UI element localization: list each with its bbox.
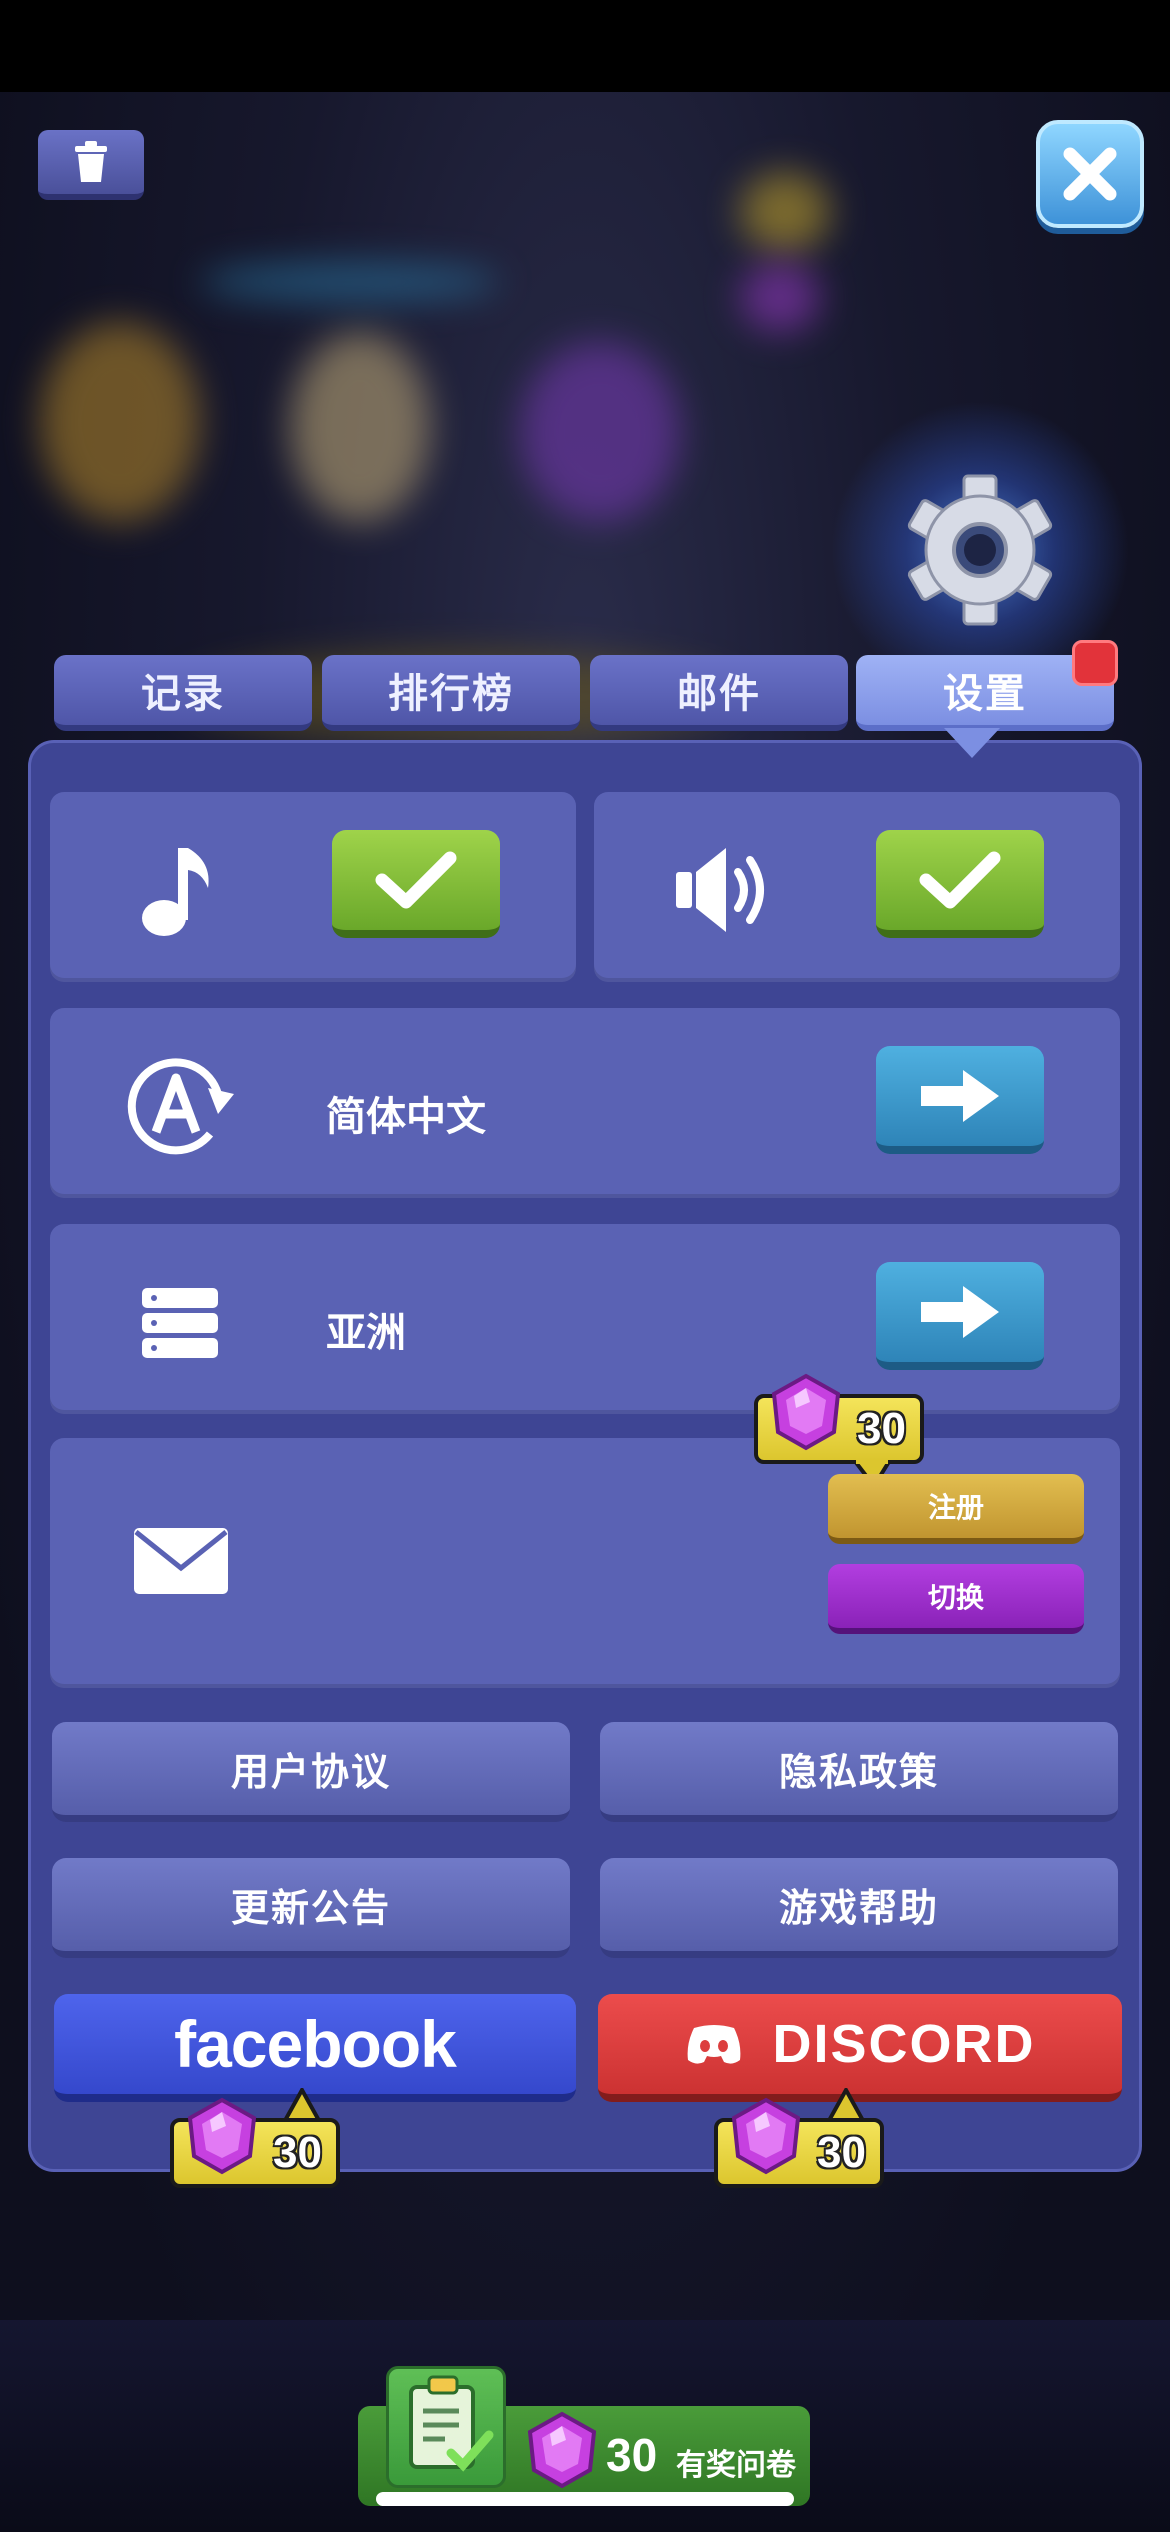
close-icon (1063, 147, 1117, 201)
gem-icon (731, 2097, 801, 2175)
survey-label: 有奖问卷 (676, 2448, 796, 2483)
trash-button[interactable] (38, 130, 144, 200)
close-button[interactable] (1036, 120, 1144, 228)
language-icon (127, 1058, 234, 1155)
active-tab-pointer (944, 728, 1000, 758)
survey-clipboard-icon (386, 2366, 506, 2488)
speaker-icon (676, 848, 764, 932)
reward-amount: 30 (273, 2128, 322, 2177)
user-agreement-button[interactable]: 用户协议 (52, 1722, 570, 1822)
home-indicator (376, 2492, 794, 2506)
arrow-right-icon (921, 1286, 999, 1338)
status-bar (0, 0, 1170, 92)
discord-label: DISCORD (772, 2014, 1036, 2074)
facebook-button[interactable]: facebook (54, 1994, 576, 2102)
gem-icon (527, 2411, 597, 2489)
trash-icon (75, 141, 107, 182)
game-help-button[interactable]: 游戏帮助 (600, 1858, 1118, 1958)
check-icon (375, 851, 457, 909)
reward-amount: 30 (857, 1404, 906, 1453)
server-value: 亚洲 (326, 1310, 406, 1356)
gear-icon (907, 474, 1053, 626)
discord-icon (688, 2025, 741, 2064)
language-arrow-button[interactable] (876, 1046, 1044, 1154)
sound-toggle[interactable] (876, 830, 1044, 938)
music-note-icon (142, 848, 209, 936)
reward-amount: 30 (817, 2128, 866, 2177)
facebook-reward-tag: 30 (170, 2097, 340, 2188)
notification-badge (1072, 640, 1118, 686)
gem-icon (187, 2097, 257, 2175)
privacy-policy-button[interactable]: 隐私政策 (600, 1722, 1118, 1822)
check-icon (919, 851, 1001, 909)
tab-leaderboard[interactable]: 排行榜 (322, 655, 580, 731)
discord-button[interactable]: DISCORD (598, 1994, 1122, 2102)
tab-mail[interactable]: 邮件 (590, 655, 848, 731)
facebook-label: facebook (174, 2007, 457, 2081)
tab-records[interactable]: 记录 (54, 655, 312, 731)
gem-icon (771, 1373, 841, 1451)
mail-icon (134, 1528, 228, 1594)
update-notice-button[interactable]: 更新公告 (52, 1858, 570, 1958)
register-reward-tag: 30 (754, 1373, 924, 1464)
switch-account-button[interactable]: 切换 (828, 1564, 1084, 1634)
server-arrow-button[interactable] (876, 1262, 1044, 1370)
arrow-right-icon (921, 1070, 999, 1122)
language-value: 简体中文 (326, 1094, 486, 1140)
survey-reward-amount: 30 (606, 2429, 658, 2481)
server-icon (142, 1288, 218, 1358)
register-button[interactable]: 注册 (828, 1474, 1084, 1544)
music-toggle[interactable] (332, 830, 500, 938)
discord-reward-tag: 30 (714, 2097, 884, 2188)
